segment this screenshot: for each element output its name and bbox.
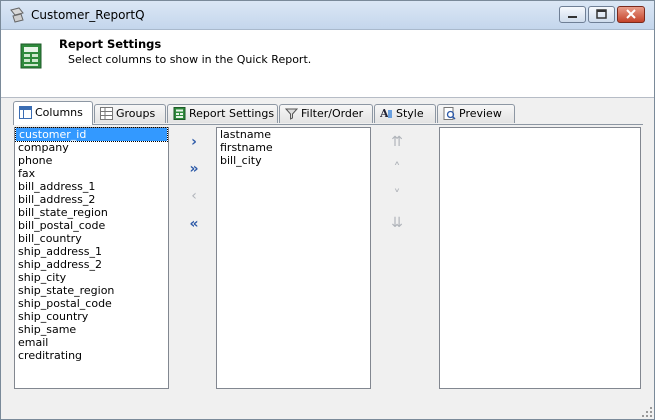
header-panel: Report Settings Select columns to show i… (1, 30, 654, 98)
tab-label: Filter/Order (301, 107, 364, 120)
tab-label: Groups (116, 107, 156, 120)
available-columns-list[interactable]: customer_id company phone fax bill_address_1… (14, 127, 169, 389)
header-subtitle: Select columns to show in the Quick Repo… (68, 53, 312, 66)
title-bar[interactable]: Customer_ReportQ (1, 1, 654, 30)
tab-report-settings[interactable]: Report Settings (167, 104, 278, 123)
tab-style[interactable]: A Style (374, 104, 436, 123)
tab-label: Report Settings (189, 107, 275, 120)
list-item[interactable]: ship_address_2 (15, 258, 168, 271)
list-item[interactable]: company (15, 141, 168, 154)
maximize-button[interactable] (588, 6, 615, 23)
window-title: Customer_ReportQ (31, 8, 145, 22)
list-item[interactable]: fax (15, 167, 168, 180)
style-icon: A (380, 107, 392, 120)
maximize-icon (596, 9, 607, 19)
column-properties-panel[interactable] (439, 127, 641, 389)
list-item[interactable]: bill_address_1 (15, 180, 168, 193)
list-item[interactable]: lastname (217, 128, 370, 141)
list-item[interactable]: bill_country (15, 232, 168, 245)
list-item[interactable]: bill_postal_code (15, 219, 168, 232)
move-down-button[interactable]: ˅ (387, 187, 407, 205)
tab-strip: Columns Groups Report Settings Filter/Or… (13, 101, 643, 125)
list-item[interactable]: email (15, 336, 168, 349)
selected-columns-list[interactable]: lastname firstname bill_city (216, 127, 371, 389)
list-item[interactable]: ship_same (15, 323, 168, 336)
list-item[interactable]: bill_state_region (15, 206, 168, 219)
filter-icon (285, 108, 298, 120)
tab-label: Preview (459, 107, 502, 120)
tab-columns[interactable]: Columns (13, 101, 93, 125)
tab-filter-order[interactable]: Filter/Order (279, 104, 373, 123)
list-item[interactable]: ship_postal_code (15, 297, 168, 310)
columns-icon (19, 106, 32, 119)
tab-groups[interactable]: Groups (94, 104, 166, 123)
add-all-columns-button[interactable]: » (184, 160, 204, 178)
report-app-icon (10, 7, 24, 23)
list-item[interactable]: ship_address_1 (15, 245, 168, 258)
remove-all-columns-button[interactable]: « (184, 215, 204, 233)
report-settings-icon (173, 107, 186, 120)
groups-icon (100, 107, 113, 120)
list-item[interactable]: ship_country (15, 310, 168, 323)
list-item[interactable]: ship_state_region (15, 284, 168, 297)
close-button[interactable] (617, 6, 645, 23)
list-item[interactable]: phone (15, 154, 168, 167)
tab-label: Style (396, 107, 424, 120)
move-bottom-button[interactable]: ⇊ (387, 214, 407, 232)
tab-divider (13, 124, 643, 125)
list-item[interactable]: firstname (217, 141, 370, 154)
list-item[interactable]: ship_city (15, 271, 168, 284)
tab-label: Columns (35, 106, 83, 119)
minimize-icon (568, 16, 577, 18)
header-title: Report Settings (59, 37, 162, 51)
tab-preview[interactable]: Preview (437, 104, 515, 123)
list-item[interactable]: customer_id (15, 127, 168, 142)
add-column-button[interactable]: › (184, 133, 204, 151)
list-item[interactable]: bill_city (217, 154, 370, 167)
report-window: Customer_ReportQ Report Settings Select … (0, 0, 655, 420)
preview-icon (443, 107, 456, 120)
move-up-button[interactable]: ˄ (387, 160, 407, 178)
report-settings-icon (20, 43, 42, 69)
close-icon (626, 9, 636, 19)
svg-text:A: A (380, 107, 389, 120)
list-item[interactable]: bill_address_2 (15, 193, 168, 206)
list-item[interactable]: creditrating (15, 349, 168, 362)
minimize-button[interactable] (559, 6, 586, 23)
selected-columns-items: lastname firstname bill_city (217, 128, 370, 167)
available-columns-items: customer_id company phone fax bill_address_1… (15, 127, 168, 362)
remove-column-button[interactable]: ‹ (184, 187, 204, 205)
move-top-button[interactable]: ⇈ (387, 133, 407, 151)
resize-grip-icon[interactable] (642, 407, 652, 417)
